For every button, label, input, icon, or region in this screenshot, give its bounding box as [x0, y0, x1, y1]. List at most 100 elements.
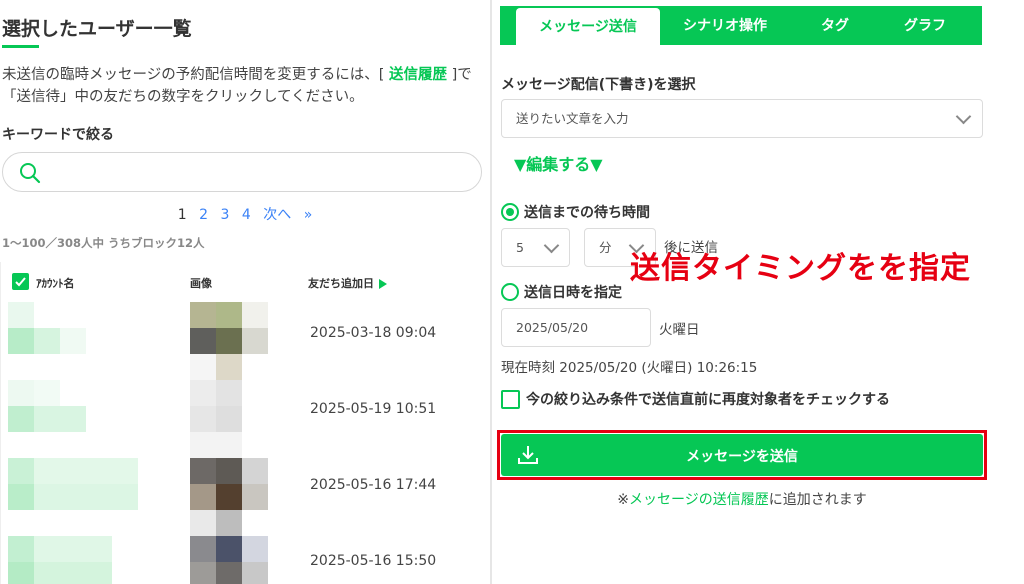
blurred-name-tile — [8, 302, 34, 328]
blurred-avatar-tile — [242, 484, 268, 510]
blurred-name-tile — [8, 406, 34, 432]
blurred-name-tile — [34, 484, 138, 510]
blurred-avatar-tile — [216, 536, 242, 562]
current-time: 現在時刻 2025/05/20 (火曜日) 10:26:15 — [501, 360, 758, 376]
blurred-avatar-tile — [190, 510, 216, 536]
date-value: 2025/05/20 — [516, 320, 589, 335]
sort-arrow-icon — [379, 279, 387, 289]
wait-number-select[interactable]: 5 — [501, 228, 570, 267]
blurred-avatar-tile — [216, 406, 242, 432]
tab-graph[interactable]: グラフ — [880, 6, 970, 45]
check-icon — [15, 277, 26, 287]
tab-tag[interactable]: タグ — [800, 6, 870, 45]
blurred-name-tile — [34, 458, 138, 484]
keyword-label: キーワードで絞る — [2, 127, 114, 143]
page-current: 1 — [177, 207, 187, 223]
search-input[interactable] — [2, 152, 482, 192]
blurred-name-tile — [34, 536, 112, 562]
blurred-name-tile — [8, 536, 34, 562]
blurred-avatar-tile — [216, 354, 242, 380]
blurred-name-tile — [8, 380, 34, 406]
page-4-link[interactable]: 4 — [242, 207, 251, 223]
datetime-label: 送信日時を指定 — [524, 285, 622, 301]
message-select-value: 送りたい文章を入力 — [516, 111, 629, 126]
blurred-name-tile — [8, 484, 34, 510]
tab-bar: メッセージ送信 シナリオ操作 タグ グラフ — [500, 6, 982, 45]
note-suffix: に追加されます — [768, 492, 867, 508]
page-2-link[interactable]: 2 — [199, 207, 208, 223]
blurred-avatar-tile — [190, 328, 216, 354]
select-all-checkbox[interactable] — [12, 273, 29, 290]
blurred-avatar-tile — [242, 328, 268, 354]
date-input[interactable]: 2025/05/20 — [501, 308, 651, 347]
blurred-avatar-tile — [216, 458, 242, 484]
radio-datetime[interactable] — [501, 283, 519, 301]
send-button-label: メッセージを送信 — [686, 449, 798, 465]
blurred-avatar-tile — [242, 536, 268, 562]
radio-wait-time[interactable] — [501, 203, 519, 221]
instructions-part1: 未送信の臨時メッセージの予約配信時間を変更するには、[ — [2, 67, 389, 83]
blurred-name-tile — [8, 328, 34, 354]
radio-selected-dot — [506, 208, 514, 216]
last-page-link[interactable]: » — [304, 207, 313, 223]
blurred-avatar-tile — [216, 380, 242, 406]
blurred-avatar-tile — [190, 458, 216, 484]
tab-message-send[interactable]: メッセージ送信 — [514, 6, 662, 45]
search-icon — [20, 163, 41, 184]
send-message-button[interactable]: メッセージを送信 — [501, 434, 983, 476]
message-draft-select[interactable]: 送りたい文章を入力 — [501, 99, 983, 138]
wait-time-label: 送信までの待ち時間 — [524, 205, 650, 221]
row-added-date: 2025-05-16 17:44 — [310, 477, 437, 493]
blurred-avatar-tile — [190, 484, 216, 510]
blurred-avatar-tile — [216, 510, 242, 536]
message-select-label: メッセージ配信(下書き)を選択 — [501, 77, 696, 93]
blurred-name-tile — [8, 458, 34, 484]
chevron-down-icon — [543, 237, 560, 254]
recheck-label: 今の絞り込み条件で送信直前に再度対象者をチェックする — [526, 392, 890, 408]
column-added-date-label: 友だち追加日 — [308, 277, 374, 290]
blurred-avatar-tile — [242, 302, 268, 328]
chevron-down-icon — [955, 108, 972, 125]
blurred-name-tile — [8, 562, 34, 584]
row-added-date: 2025-05-19 10:51 — [310, 401, 437, 417]
blurred-avatar-tile — [242, 562, 268, 584]
wait-number-value: 5 — [516, 240, 524, 255]
next-page-link[interactable]: 次へ — [263, 207, 291, 223]
blurred-avatar-tile — [190, 406, 216, 432]
pagination: 1 2 3 4 次へ » — [0, 204, 490, 224]
column-image: 画像 — [190, 277, 212, 290]
send-history-link[interactable]: 送信履歴 — [389, 67, 447, 83]
send-note: ※メッセージの送信履歴に追加されます — [492, 489, 992, 509]
action-panel: メッセージ送信 シナリオ操作 タグ グラフ メッセージ配信(下書き)を選択 送り… — [492, 0, 1024, 584]
wait-unit-value: 分 — [599, 240, 612, 255]
blurred-avatar-tile — [190, 380, 216, 406]
title-underline — [2, 45, 39, 48]
page-3-link[interactable]: 3 — [220, 207, 229, 223]
blurred-avatar-tile — [190, 432, 242, 458]
annotation-overlay: 送信タイミングをを指定 — [630, 251, 971, 286]
blurred-name-tile — [60, 328, 86, 354]
row-added-date: 2025-05-16 15:50 — [310, 553, 437, 569]
page-title: 選択したユーザー一覧 — [2, 18, 192, 40]
row-added-date: 2025-03-18 09:04 — [310, 325, 437, 341]
blurred-avatar-tile — [216, 328, 242, 354]
blurred-name-tile — [34, 406, 86, 432]
blurred-avatar-tile — [190, 536, 216, 562]
blurred-avatar-tile — [190, 354, 216, 380]
blurred-avatar-tile — [216, 302, 242, 328]
blurred-name-tile — [34, 328, 60, 354]
tab-scenario[interactable]: シナリオ操作 — [670, 6, 780, 45]
blurred-avatar-tile — [190, 562, 216, 584]
user-count: 1〜100／308人中 うちブロック12人 — [2, 236, 205, 250]
column-added-date[interactable]: 友だち追加日 — [308, 275, 387, 291]
blurred-avatar-tile — [190, 302, 216, 328]
instructions: 未送信の臨時メッセージの予約配信時間を変更するには、[ 送信履歴 ]で「送信待」… — [2, 64, 480, 108]
blurred-avatar-tile — [216, 484, 242, 510]
send-history-note-link[interactable]: メッセージの送信履歴 — [629, 492, 769, 508]
weekday: 火曜日 — [659, 322, 700, 338]
blurred-name-tile — [34, 562, 112, 584]
recheck-checkbox[interactable] — [501, 390, 520, 409]
edit-toggle[interactable]: ▼編集する▼ — [514, 151, 603, 175]
note-prefix: ※ — [617, 492, 629, 508]
user-list-panel: 選択したユーザー一覧 未送信の臨時メッセージの予約配信時間を変更するには、[ 送… — [0, 0, 490, 584]
